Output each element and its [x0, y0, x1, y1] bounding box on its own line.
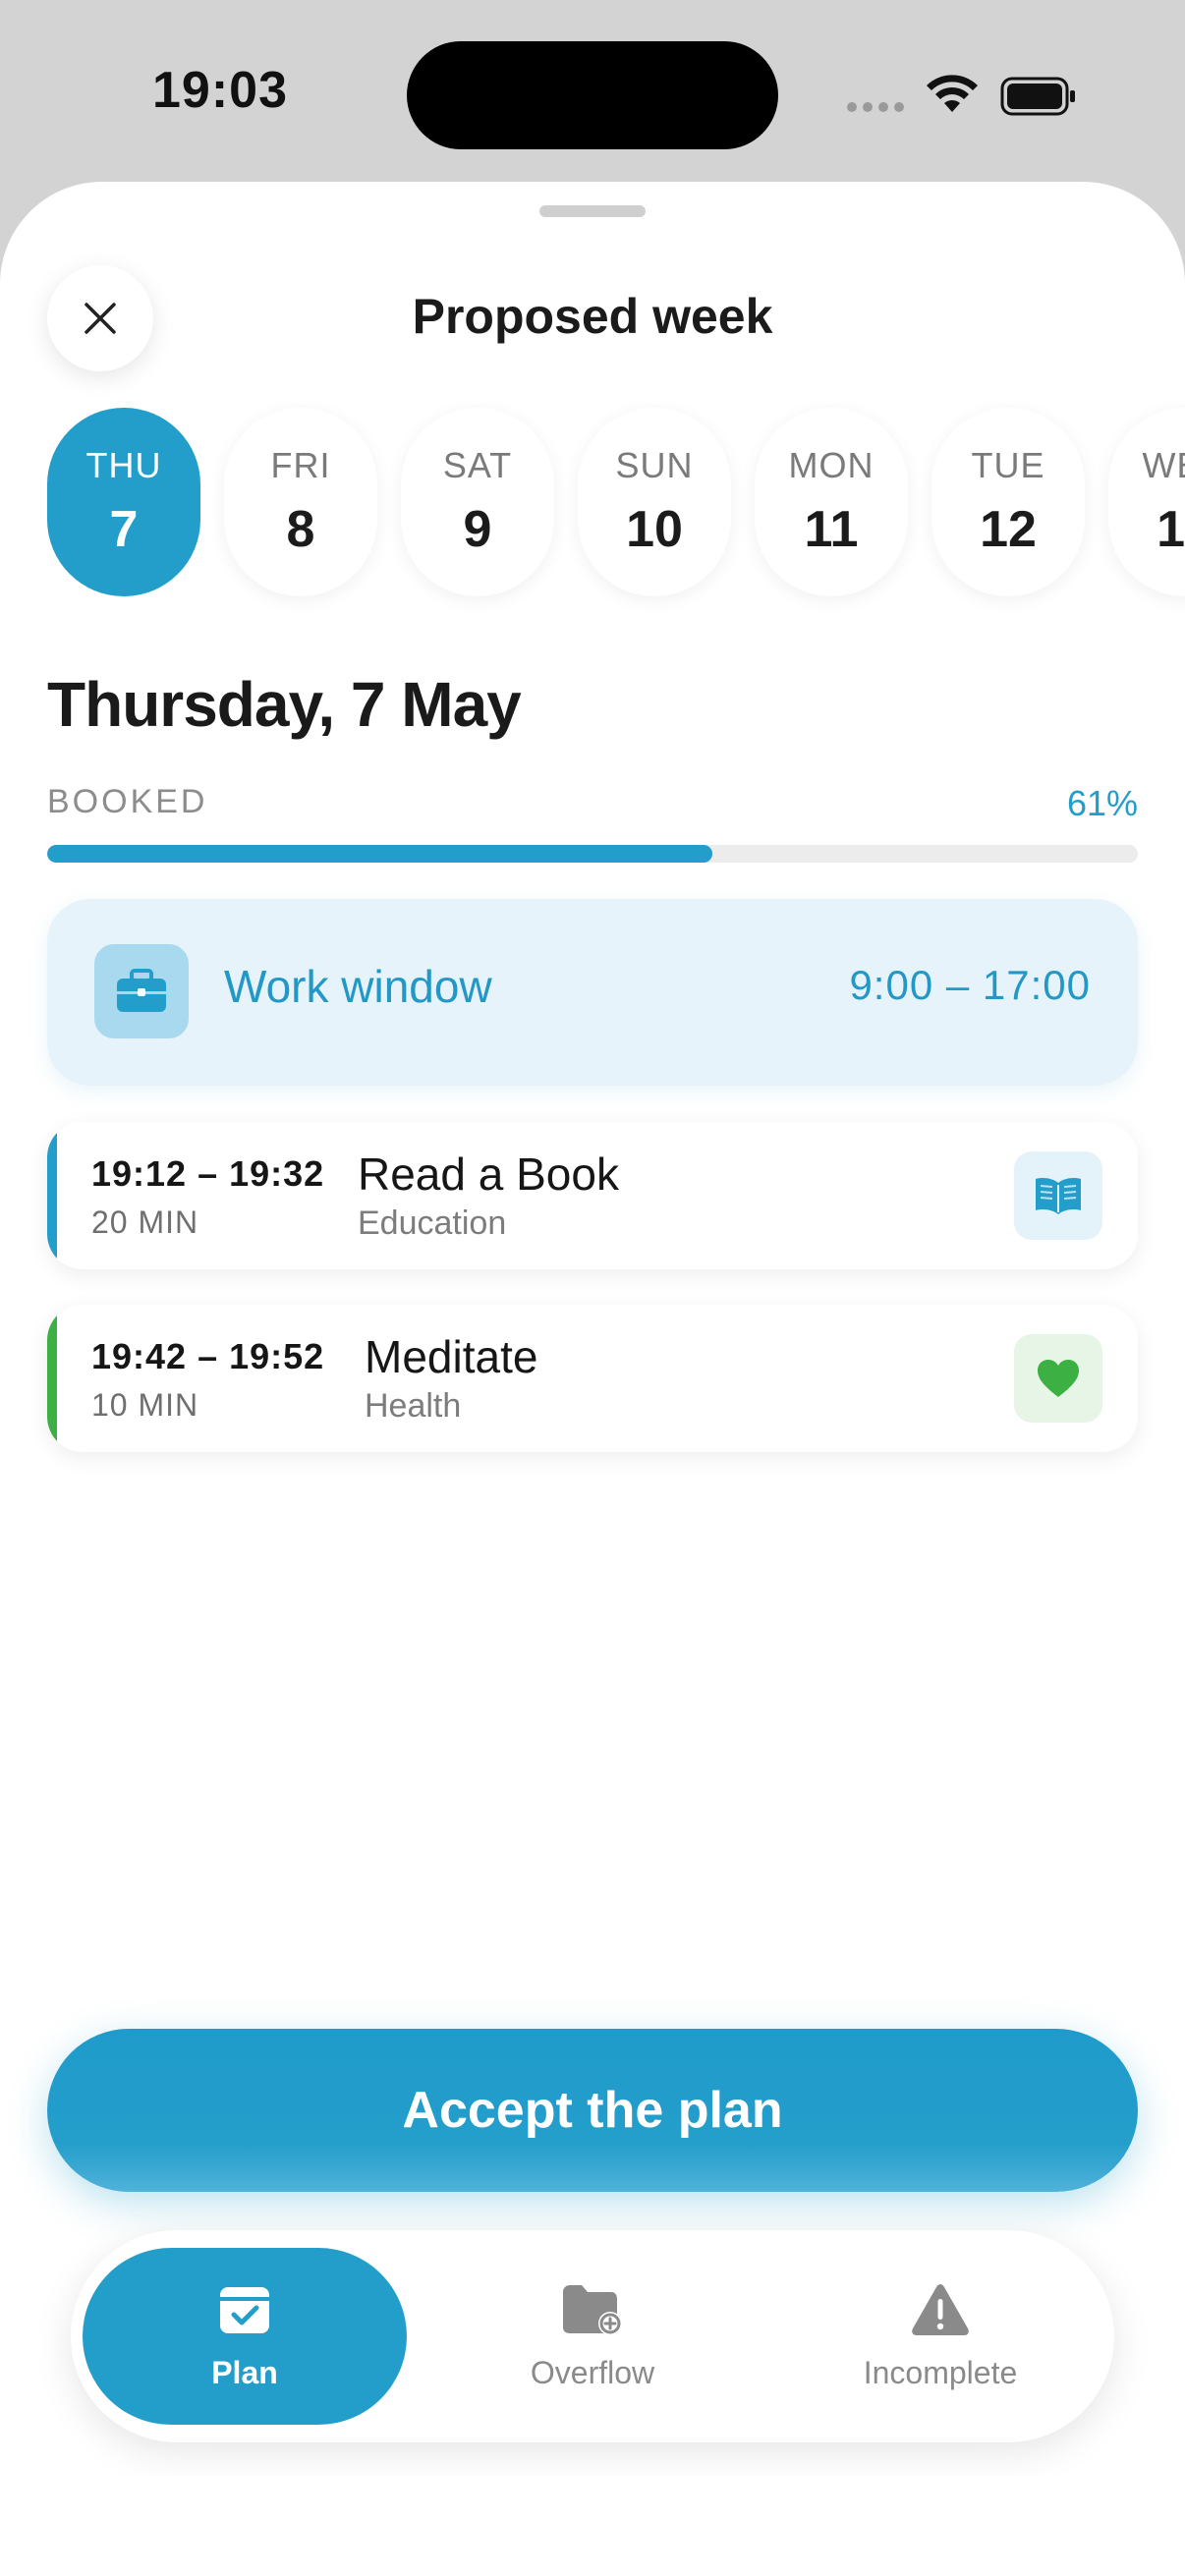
- home-indicator-area: [0, 2476, 1185, 2576]
- work-window-card[interactable]: Work window 9:00 – 17:00: [47, 899, 1138, 1086]
- battery-icon: [1000, 77, 1075, 116]
- day-of-week: WED: [1142, 445, 1185, 485]
- day-strip: THU 7 FRI 8 SAT 9 SUN 10 MON 11 TUE 12 W…: [47, 408, 1185, 596]
- tab-label: Incomplete: [863, 2354, 1018, 2390]
- task-card-read-a-book[interactable]: 19:12 – 19:32 20 MIN Read a Book Educati…: [47, 1122, 1138, 1269]
- booked-label: BOOKED: [47, 783, 208, 820]
- day-of-week: SAT: [442, 445, 513, 485]
- day-pill-sun[interactable]: SUN 10: [578, 408, 731, 596]
- book-icon: [1014, 1151, 1102, 1240]
- task-name: Meditate: [365, 1331, 538, 1382]
- day-pill-wed[interactable]: WED 13: [1108, 408, 1185, 596]
- task-category: Health: [365, 1387, 462, 1425]
- day-pill-mon[interactable]: MON 11: [755, 408, 908, 596]
- folder-plus-icon: [563, 2284, 622, 2335]
- task-time-range: 19:12 – 19:32: [91, 1153, 325, 1194]
- day-of-week: SUN: [615, 445, 694, 485]
- task-accent-bar: [47, 1305, 57, 1452]
- tab-plan[interactable]: Plan: [83, 2248, 407, 2425]
- accept-plan-button[interactable]: Accept the plan: [47, 2029, 1138, 2192]
- task-accent-bar: [47, 1122, 57, 1269]
- phone-screen: 19:03 Proposed week THU 7 FRI 8 SAT 9 SU…: [0, 0, 1185, 2576]
- sheet-grabber[interactable]: [539, 205, 646, 217]
- day-number: 12: [980, 501, 1037, 558]
- booked-progress-bar: [47, 845, 1138, 863]
- task-category: Education: [358, 1204, 507, 1242]
- day-pill-fri[interactable]: FRI 8: [224, 408, 377, 596]
- tab-overflow[interactable]: Overflow: [430, 2248, 755, 2425]
- day-pill-thu[interactable]: THU 7: [47, 408, 200, 596]
- calendar-check-icon: [220, 2286, 269, 2333]
- day-of-week: FRI: [270, 445, 331, 485]
- day-number: 10: [626, 501, 683, 558]
- task-card-meditate[interactable]: 19:42 – 19:52 10 MIN Meditate Health: [47, 1305, 1138, 1452]
- proposed-week-sheet: Proposed week THU 7 FRI 8 SAT 9 SUN 10 M…: [0, 182, 1185, 2476]
- task-name: Read a Book: [358, 1148, 619, 1200]
- booked-percent: 61%: [1066, 783, 1138, 823]
- day-number: 13: [1157, 501, 1185, 558]
- day-number: 7: [109, 501, 139, 558]
- day-pill-sat[interactable]: SAT 9: [401, 408, 554, 596]
- briefcase-icon: [94, 944, 189, 1038]
- tab-label: Overflow: [530, 2354, 655, 2390]
- tab-incomplete[interactable]: Incomplete: [778, 2248, 1102, 2425]
- task-duration: 10 MIN: [91, 1387, 199, 1423]
- cellular-signal-icon: [847, 102, 904, 112]
- day-number: 8: [286, 501, 315, 558]
- day-number: 9: [463, 501, 492, 558]
- booked-progress-fill: [47, 845, 713, 863]
- status-time: 19:03: [152, 62, 288, 119]
- work-window-time: 9:00 – 17:00: [849, 962, 1091, 1008]
- heart-icon: [1014, 1334, 1102, 1423]
- work-window-label: Work window: [224, 961, 492, 1012]
- day-of-week: THU: [85, 445, 162, 485]
- warning-icon: [912, 2283, 969, 2335]
- day-number: 11: [804, 501, 859, 558]
- day-pill-tue[interactable]: TUE 12: [931, 408, 1085, 596]
- task-time-range: 19:42 – 19:52: [91, 1336, 325, 1376]
- day-of-week: TUE: [971, 445, 1045, 485]
- wifi-icon: [927, 75, 978, 112]
- selected-date-heading: Thursday, 7 May: [47, 669, 522, 740]
- bottom-tab-bar: Plan Overflow Incomplete: [71, 2230, 1114, 2442]
- task-duration: 20 MIN: [91, 1204, 199, 1240]
- day-of-week: MON: [788, 445, 875, 485]
- dynamic-island: [407, 41, 778, 149]
- tab-label: Plan: [211, 2354, 278, 2390]
- sheet-title: Proposed week: [412, 289, 773, 344]
